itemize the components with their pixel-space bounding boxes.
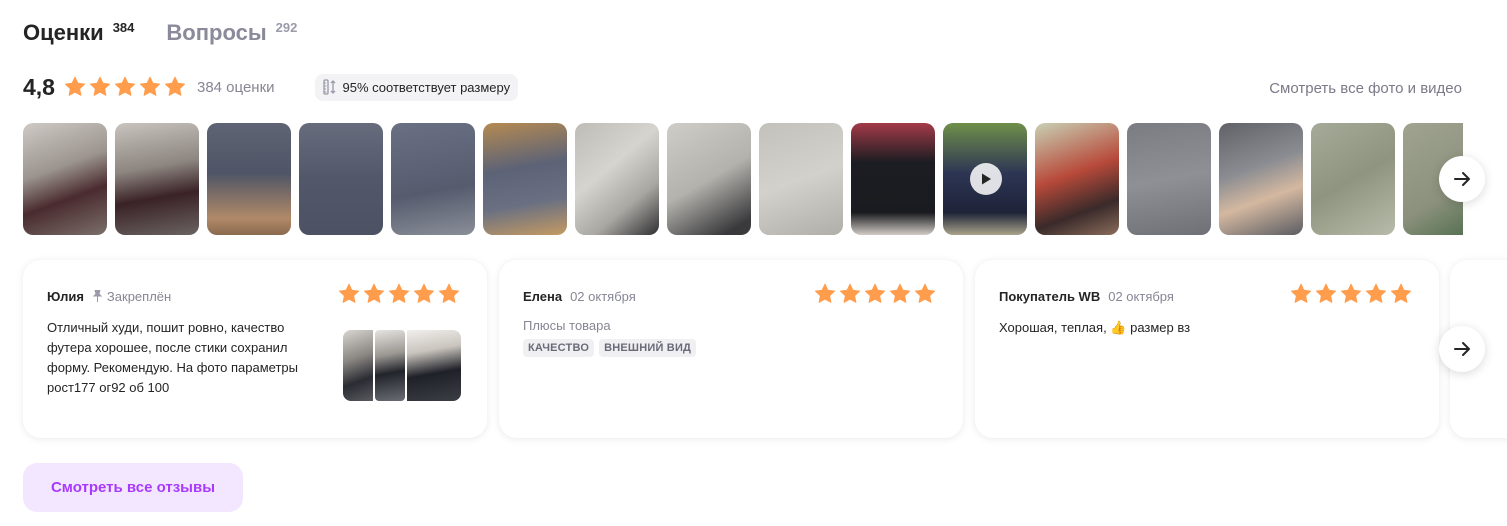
review-photo-thumb[interactable] <box>299 123 383 235</box>
star-icon <box>815 283 835 303</box>
size-fit-badge: 95% соответствует размеру <box>314 73 519 101</box>
review-author: Юлия <box>47 288 84 304</box>
review-photo-thumb[interactable] <box>1311 123 1395 235</box>
tab-questions-label: Вопросы <box>166 20 267 45</box>
ruler-icon <box>322 79 335 95</box>
review-author: Елена <box>523 288 563 304</box>
star-icon <box>1291 283 1311 303</box>
tab-ratings[interactable]: Оценки 384 <box>23 18 134 48</box>
review-card[interactable]: Покупатель WB 02 октября Хорошая, теплая… <box>975 260 1439 438</box>
star-icon <box>1316 283 1336 303</box>
tab-ratings-count: 384 <box>112 20 135 35</box>
review-photo-thumb[interactable] <box>115 123 199 235</box>
review-photo-thumb[interactable] <box>23 123 107 235</box>
tab-questions-count: 292 <box>275 20 298 35</box>
star-icon <box>339 283 359 303</box>
review-tag: ВНЕШНИЙ ВИД <box>599 339 697 357</box>
review-photo-thumb[interactable] <box>391 123 475 235</box>
rating-stars <box>63 75 187 99</box>
review-photo-thumb[interactable] <box>1219 123 1303 235</box>
review-photo-thumb[interactable] <box>851 123 935 235</box>
review-photo-thumb[interactable] <box>207 123 291 235</box>
star-icon <box>164 76 185 96</box>
review-photos[interactable] <box>343 330 461 401</box>
review-stars <box>1289 282 1413 306</box>
star-icon <box>114 76 135 96</box>
star-icon <box>865 283 885 303</box>
review-photo[interactable] <box>343 330 373 401</box>
review-stars <box>813 282 937 306</box>
star-icon <box>915 283 935 303</box>
review-author: Покупатель WB <box>999 288 1101 304</box>
star-icon <box>364 283 384 303</box>
size-fit-text: 95% соответствует размеру <box>342 79 511 95</box>
see-all-media-link[interactable]: Смотреть все фото и видео <box>1269 80 1462 97</box>
review-photo[interactable] <box>375 330 405 401</box>
review-tabs: Оценки 384 Вопросы 292 <box>23 18 329 48</box>
star-icon <box>1391 283 1411 303</box>
star-icon <box>414 283 434 303</box>
review-photo-thumb[interactable] <box>483 123 567 235</box>
pin-icon <box>92 290 103 302</box>
review-photo[interactable] <box>407 330 461 401</box>
star-icon <box>439 283 459 303</box>
arrow-right-icon <box>1454 342 1470 356</box>
review-photo-thumb[interactable] <box>1035 123 1119 235</box>
review-photo-thumb[interactable] <box>1127 123 1211 235</box>
review-photo-thumb[interactable] <box>575 123 659 235</box>
review-pinned: Закреплён <box>92 289 171 304</box>
review-date: 02 октября <box>570 288 636 304</box>
arrow-right-icon <box>1454 172 1470 186</box>
review-pros-title: Плюсы товара <box>523 318 611 333</box>
tab-ratings-label: Оценки <box>23 20 104 45</box>
rating-value: 4,8 <box>23 73 55 100</box>
star-icon <box>64 76 85 96</box>
review-photo-thumb[interactable] <box>759 123 843 235</box>
play-icon <box>970 163 1002 195</box>
photo-strip <box>23 123 1463 235</box>
review-date: 02 октября <box>1108 288 1174 304</box>
star-icon <box>139 76 160 96</box>
review-video-thumb[interactable] <box>943 123 1027 235</box>
tab-questions[interactable]: Вопросы 292 <box>166 18 297 48</box>
review-tags: КАЧЕСТВО ВНЕШНИЙ ВИД <box>523 339 939 357</box>
review-tag: КАЧЕСТВО <box>523 339 595 357</box>
photos-next-button[interactable] <box>1439 156 1485 202</box>
reviews-carousel: Юлия Закреплён Отличный худи, пошит ровн… <box>0 250 1507 450</box>
star-icon <box>890 283 910 303</box>
see-all-reviews-button[interactable]: Смотреть все отзывы <box>23 463 243 512</box>
rating-summary: 4,8 384 оценки 95% соответствует размеру <box>23 73 519 101</box>
review-photo-thumb[interactable] <box>667 123 751 235</box>
review-text: Хорошая, теплая, 👍 размер вз <box>999 320 1191 335</box>
review-card[interactable]: Юлия Закреплён Отличный худи, пошит ровн… <box>23 260 487 438</box>
star-icon <box>840 283 860 303</box>
review-pinned-label: Закреплён <box>106 288 172 304</box>
reviews-next-button[interactable] <box>1439 326 1485 372</box>
rating-count: 384 оценки <box>196 78 275 96</box>
review-text: Отличный худи, пошит ровно, качество фут… <box>47 320 298 395</box>
star-icon <box>89 76 110 96</box>
star-icon <box>1366 283 1386 303</box>
review-card[interactable]: Елена 02 октября Плюсы товара КАЧЕСТВО В… <box>499 260 963 438</box>
star-icon <box>1341 283 1361 303</box>
star-icon <box>389 283 409 303</box>
review-stars <box>337 282 461 306</box>
